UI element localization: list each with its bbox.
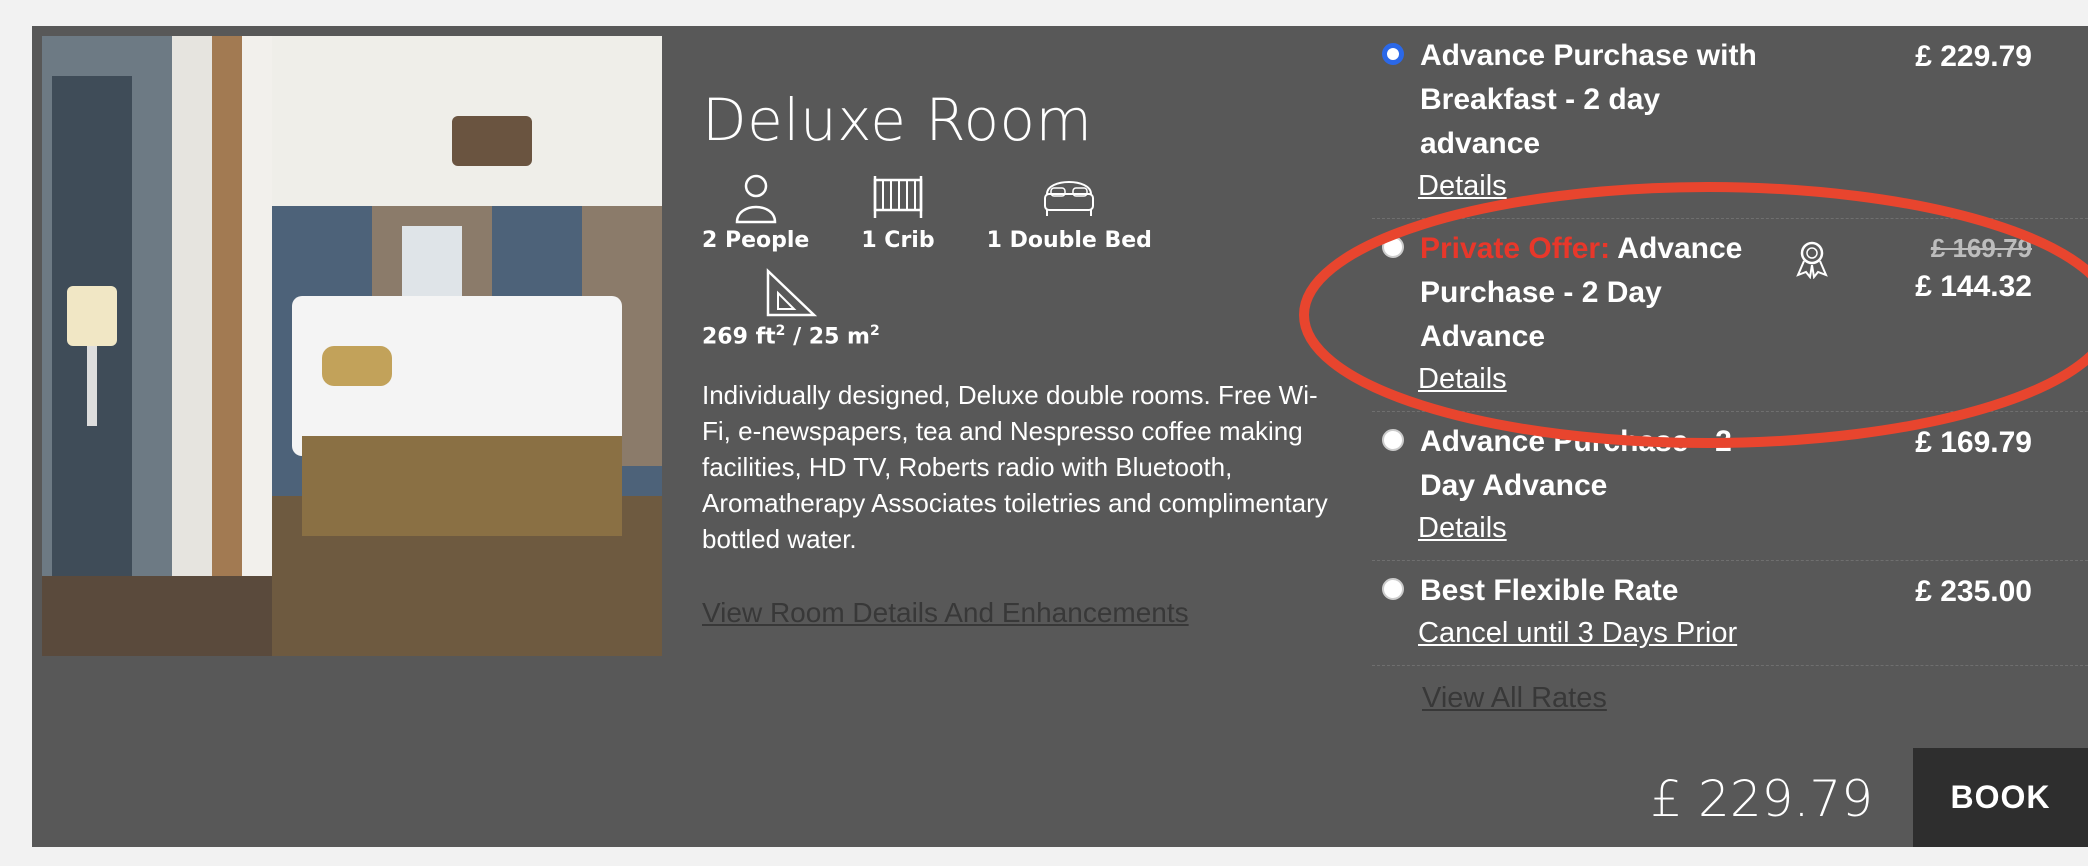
room-info: Deluxe Room 2 People 1 Crib 1 Double Bed… bbox=[702, 86, 1382, 629]
rates-list: Advance Purchase with Breakfast - 2 day … bbox=[1372, 26, 2088, 715]
feature-size: 269 ft2 / 25 m2 bbox=[702, 267, 880, 349]
feature-crib: 1 Crib bbox=[861, 172, 935, 253]
private-offer-label: Private Offer: bbox=[1420, 232, 1611, 265]
rate-cancellation-link[interactable]: Cancel until 3 Days Prior bbox=[1418, 613, 2088, 653]
rate-name: Advance Purchase with Breakfast - 2 day … bbox=[1420, 39, 1757, 160]
rate-details-link[interactable]: Details bbox=[1418, 508, 2088, 548]
room-photo-image bbox=[42, 36, 662, 656]
person-icon bbox=[735, 174, 776, 224]
room-size-label: 269 ft2 / 25 m2 bbox=[702, 323, 880, 350]
view-all-rates-link[interactable]: View All Rates bbox=[1422, 682, 2088, 715]
feature-label: 2 People bbox=[702, 228, 810, 253]
book-button[interactable]: BOOK bbox=[1913, 748, 2088, 847]
rate-details-link[interactable]: Details bbox=[1418, 166, 2088, 206]
rate-option[interactable]: Private Offer: Advance Purchase - 2 Day … bbox=[1372, 219, 2088, 412]
rate-radio-selected[interactable] bbox=[1382, 43, 1404, 65]
rate-radio[interactable] bbox=[1382, 236, 1404, 258]
rate-price: £ 169.79 £ 144.32 bbox=[1915, 233, 2032, 303]
feature-bed: 1 Double Bed bbox=[987, 172, 1152, 253]
set-square-icon bbox=[766, 268, 817, 317]
rate-price: £ 229.79 bbox=[1915, 40, 2032, 73]
rate-option[interactable]: Advance Purchase - 2 Day Advance Details… bbox=[1372, 412, 2088, 561]
room-photo bbox=[42, 36, 662, 656]
rate-price: £ 235.00 bbox=[1915, 575, 2032, 608]
rate-radio[interactable] bbox=[1382, 429, 1404, 451]
total-price: £ 229.79 bbox=[1650, 770, 1873, 828]
view-room-details-link[interactable]: View Room Details And Enhancements bbox=[702, 597, 1382, 629]
rate-name: Advance Purchase - 2 Day Advance bbox=[1420, 425, 1732, 502]
bed-icon bbox=[1044, 181, 1095, 216]
crib-icon bbox=[873, 176, 923, 218]
rate-price: £ 169.79 bbox=[1915, 426, 2032, 459]
rate-radio[interactable] bbox=[1382, 578, 1404, 600]
room-title: Deluxe Room bbox=[702, 86, 1093, 154]
room-card: Deluxe Room 2 People 1 Crib 1 Double Bed… bbox=[32, 26, 2088, 847]
rate-option[interactable]: Advance Purchase with Breakfast - 2 day … bbox=[1372, 26, 2088, 219]
feature-people: 2 People bbox=[702, 172, 809, 253]
room-features: 2 People 1 Crib 1 Double Bed 269 ft2 / 2… bbox=[702, 172, 1222, 363]
award-ribbon-icon bbox=[1796, 241, 1828, 279]
room-description: Individually designed, Deluxe double roo… bbox=[702, 380, 1328, 555]
rate-details-link[interactable]: Details bbox=[1418, 359, 2088, 399]
rate-old-price: £ 169.79 bbox=[1930, 233, 2032, 263]
feature-label: 1 Crib bbox=[861, 228, 935, 253]
rate-name: Private Offer: Advance Purchase - 2 Day … bbox=[1420, 232, 1743, 353]
feature-label: 1 Double Bed bbox=[986, 228, 1152, 253]
rate-option[interactable]: Best Flexible Rate Cancel until 3 Days P… bbox=[1372, 561, 2088, 666]
rate-name: Best Flexible Rate bbox=[1420, 574, 1679, 607]
